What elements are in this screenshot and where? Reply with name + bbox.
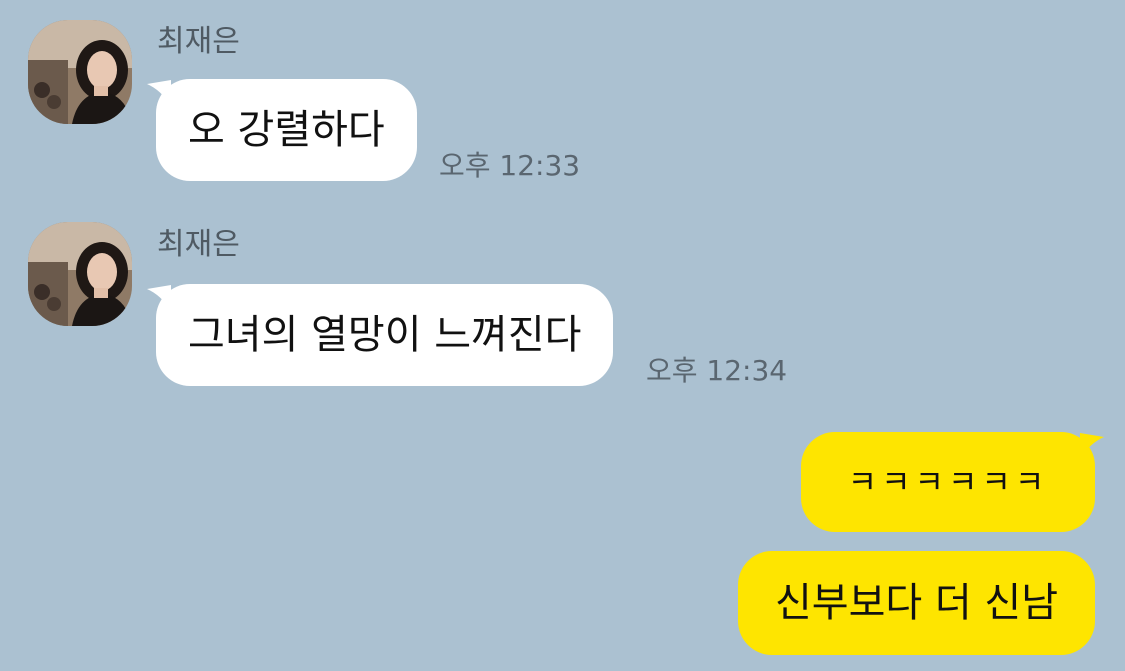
sender-name: 최재은: [157, 227, 240, 262]
incoming-message-bubble[interactable]: 오 강렬하다: [156, 79, 417, 181]
profile-photo-icon: [28, 222, 132, 326]
incoming-message-bubble[interactable]: 그녀의 열망이 느껴진다: [156, 284, 614, 386]
message-time: 오후 12:33: [439, 149, 581, 182]
message-time: 오후 12:34: [646, 354, 788, 387]
profile-photo-icon: [28, 20, 132, 124]
outgoing-bubble-tail: [1080, 433, 1104, 459]
sender-name: 최재은: [157, 24, 240, 59]
chat-room: 최재은 오 강렬하다 오후 12:33 최재은 그녀의 열망이 느껴진다 오후 …: [0, 0, 1125, 671]
sender-avatar[interactable]: [28, 222, 132, 326]
outgoing-message-bubble[interactable]: ㅋㅋㅋㅋㅋㅋ: [801, 432, 1095, 532]
sender-avatar[interactable]: [28, 20, 132, 124]
outgoing-message-bubble[interactable]: 신부보다 더 신남: [738, 551, 1095, 655]
